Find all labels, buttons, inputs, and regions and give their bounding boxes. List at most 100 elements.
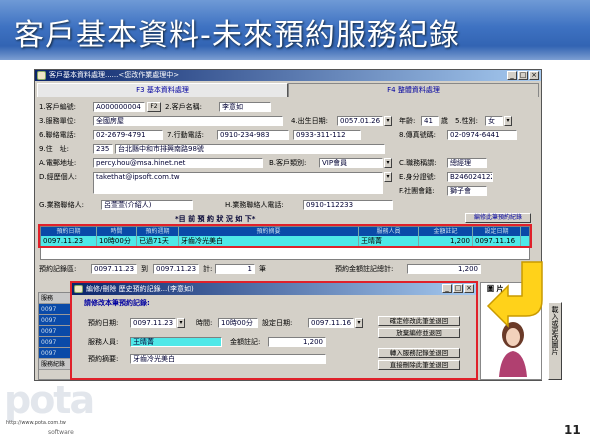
grid-col-header[interactable]: 服務人員 (359, 227, 419, 236)
load-photo-label: 載入或更改圖片 (551, 306, 559, 355)
gender-label: 5.性別: (455, 117, 479, 125)
dialog-date-dropdown-icon[interactable]: ▾ (177, 318, 185, 328)
edit-reservation-dialog: 編修/刪除 歷史預約記錄...(李意如) _ □ × 請修改本筆預約記錄: 預約… (70, 281, 478, 380)
grid-cell: 王晴菁 (359, 236, 419, 246)
dialog-set-date-label: 設定日期: (262, 319, 293, 327)
total-field: 1 (215, 264, 255, 274)
close-button[interactable]: × (529, 71, 539, 80)
dialog-title: 編修/刪除 歷史預約記錄...(李意如) (86, 285, 194, 293)
pota-logo: pota http://www.pota.com.tw software (4, 380, 95, 442)
grid-col-header[interactable]: 預約日期 (41, 227, 97, 236)
reservation-to-field: 0097.11.23 (153, 264, 199, 274)
discard-edit-button[interactable]: 放棄編修並退回 (378, 328, 460, 338)
birthday-field[interactable]: 0057.01.26 (337, 116, 383, 126)
category-field[interactable]: VIP會員 (319, 158, 383, 168)
address-zip-field[interactable]: 235 (93, 144, 113, 154)
job-title-field[interactable]: 總經理 (447, 158, 487, 168)
cust-name-field[interactable]: 李意如 (219, 102, 271, 112)
app-icon (37, 71, 46, 80)
page-number: 11 (564, 423, 581, 437)
cust-id-label: 1.客戶編號: (39, 103, 77, 111)
site-dropdown-icon[interactable]: ▾ (384, 172, 392, 182)
mobile-field[interactable]: 0910-234-983 (217, 130, 289, 140)
dialog-time-label: 時間: (196, 319, 213, 327)
birthday-label: 4.出生日期: (291, 117, 329, 125)
email-field[interactable]: percy.hou@msa.hinet.net (93, 158, 263, 168)
tab-overall-data[interactable]: F4 整體資料處理 (288, 83, 539, 97)
grid-cell: 0097.11.16 (473, 236, 521, 246)
photo-panel: 圖 片 (480, 282, 542, 380)
gender-select[interactable]: 女 (485, 116, 503, 126)
reservations-header: *目 前 預 約 狀 況 如 下* (175, 215, 256, 223)
personal-site-label: D.經歷個人: (39, 173, 77, 181)
window-title: 客戶基本資料處理......<您改作業處理中> (49, 71, 180, 79)
grid-col-header[interactable]: 預約週期 (137, 227, 179, 236)
maximize-button[interactable]: □ (518, 71, 528, 80)
gender-dropdown-icon[interactable]: ▾ (504, 116, 512, 126)
reservation-count-label: 預約記錄區: (39, 265, 77, 273)
dialog-summary-field[interactable]: 牙齒冷光美白 (130, 354, 326, 364)
mobile-label: 7.行動電話: (167, 131, 205, 139)
address-field[interactable]: 台北縣中和市排興南路98號 (115, 144, 385, 154)
dialog-set-date-dropdown-icon[interactable]: ▾ (355, 318, 363, 328)
contact-phone-label: 6.聯絡電話: (39, 131, 77, 139)
tab-basic-data[interactable]: F3 基本資料處理 (37, 83, 288, 97)
address-label: 9.住 址: (39, 145, 70, 153)
table-row[interactable]: 0097.11.23 10時00分 已過71天 牙齒冷光美白 王晴菁 1,200… (41, 236, 529, 246)
tab-strip: F3 基本資料處理 F4 整體資料處理 (37, 83, 539, 97)
delete-record-button[interactable]: 直接刪除此筆並退回 (378, 360, 460, 370)
confirm-edit-button[interactable]: 確定修改此筆並退回 (378, 316, 460, 326)
group-field[interactable]: 獅子會 (447, 186, 487, 196)
to-label: 到 (141, 265, 148, 273)
dialog-close-button[interactable]: × (464, 284, 474, 293)
dialog-minimize-button[interactable]: _ (442, 284, 452, 293)
dialog-maximize-button[interactable]: □ (453, 284, 463, 293)
liaison-label: G.業務聯絡人: (39, 201, 85, 209)
liaison-phone-field[interactable]: 0910-112233 (303, 200, 393, 210)
calendar-button[interactable]: ▾ (384, 116, 392, 126)
grid-col-header[interactable]: 金額註記 (419, 227, 473, 236)
dialog-set-date-field[interactable]: 0097.11.16 (308, 318, 354, 328)
customer-photo (499, 322, 527, 377)
id-number-field[interactable]: B246024122 (447, 172, 493, 182)
total-label: 計: (203, 265, 213, 273)
dialog-date-label: 預約日期: (88, 319, 119, 327)
personal-site-field[interactable]: takethat@ipsoft.com.tw (93, 172, 383, 194)
dialog-date-field[interactable]: 0097.11.23 (130, 318, 176, 328)
dialog-amount-field[interactable]: 1,200 (268, 337, 326, 347)
grid-cell: 0097.11.23 (41, 236, 97, 246)
liaison-phone-label: H.業務聯絡人電話: (225, 201, 284, 209)
load-photo-button[interactable]: 載入或更改圖片 (548, 302, 562, 380)
grid-cell: 1,200 (419, 236, 473, 246)
edit-reservation-button[interactable]: 編修此筆預約紀錄 (465, 213, 531, 223)
grid-header-row: 預約日期 時間 預約週期 預約摘要 服務人員 金額註記 設定日期 (41, 227, 529, 236)
amount-total-field: 1,200 (407, 264, 481, 274)
fax-label: 8.傳真號碼: (399, 131, 437, 139)
grid-col-header[interactable]: 設定日期 (473, 227, 521, 236)
f2-lookup-button[interactable]: F2 (147, 102, 161, 112)
logo-url: http://www.pota.com.tw (6, 420, 66, 426)
email-label: A.電郵地址: (39, 159, 77, 167)
dialog-caption: 編修/刪除 歷史預約記錄...(李意如) _ □ × (72, 283, 476, 295)
service-unit-field[interactable]: 全國房屋 (93, 116, 283, 126)
grid-col-header[interactable]: 預約摘要 (179, 227, 359, 236)
dialog-icon (74, 285, 83, 293)
minimize-button[interactable]: _ (507, 71, 517, 80)
grid-empty-area (41, 246, 529, 259)
dialog-staff-field[interactable]: 王晴菁 (130, 337, 222, 347)
cust-id-field[interactable]: A000000004 (93, 102, 145, 112)
age-unit: 歲 (441, 117, 448, 125)
transfer-service-button[interactable]: 轉入服務記錄並退回 (378, 348, 460, 358)
mobile-field-2[interactable]: 0933-311-112 (293, 130, 361, 140)
category-label: B.客戶類別: (269, 159, 307, 167)
id-number-label: E.身分證號: (399, 173, 437, 181)
contact-phone-field[interactable]: 02-2679-4791 (93, 130, 163, 140)
grid-cell: 已過71天 (137, 236, 179, 246)
dialog-time-field[interactable]: 10時00分 (218, 318, 258, 328)
liaison-field[interactable]: 呂萱萱(介紹人) (101, 200, 193, 210)
grid-col-header[interactable]: 時間 (97, 227, 137, 236)
grid-cell: 10時00分 (97, 236, 137, 246)
group-label: F.社團會籍: (399, 187, 435, 195)
fax-field[interactable]: 02-0974-6441 (447, 130, 517, 140)
category-dropdown-icon[interactable]: ▾ (384, 158, 392, 168)
